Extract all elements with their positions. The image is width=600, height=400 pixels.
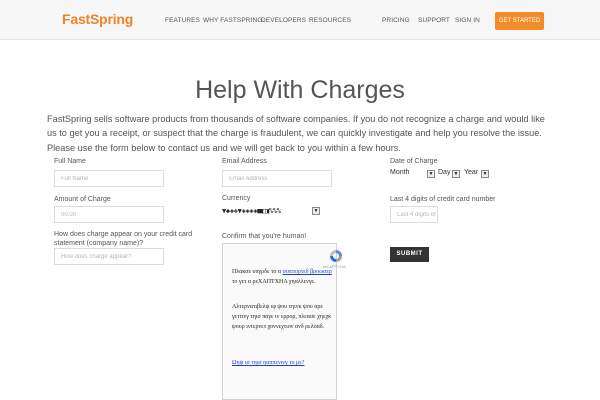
why-happening-link[interactable]: Ωηψ ισ τηισ ηαππενινγ το με? xyxy=(232,358,332,368)
captcha-text: Πλακσε υπγρδε το α xyxy=(232,269,282,275)
nav-resources[interactable]: RESOURCES xyxy=(309,17,351,24)
currency-label: Currency xyxy=(222,195,251,202)
recaptcha-icon xyxy=(330,250,342,262)
year-select[interactable]: Year xyxy=(464,169,478,176)
date-label: Date of Charge xyxy=(390,158,438,165)
email-input[interactable] xyxy=(222,170,332,187)
nav-support[interactable]: SUPPORT xyxy=(418,17,450,24)
logo-text: FastSpring xyxy=(62,11,134,27)
nav-developers[interactable]: DEVELOPERS xyxy=(261,17,306,24)
chevron-down-icon[interactable]: ▼ xyxy=(312,207,320,215)
chevron-down-icon[interactable]: ▼ xyxy=(427,170,435,178)
page-title: Help With Charges xyxy=(195,76,405,104)
nav-features[interactable]: FEATURES xyxy=(165,17,200,24)
full-name-label: Full Name xyxy=(54,158,86,165)
amount-label: Amount of Charge xyxy=(54,196,111,203)
chevron-down-icon[interactable]: ▼ xyxy=(452,170,460,178)
day-select[interactable]: Day xyxy=(438,169,450,176)
month-select[interactable]: Month xyxy=(390,169,409,176)
captcha-message: Πλακσε υπγρδε το α συππορτεδ βροωσερ το … xyxy=(232,267,332,287)
currency-select[interactable]: ▼◆◈❖▼◈◈◈◈■◧◨%%% xyxy=(222,207,281,215)
last4-label: Last 4 digits of credit card number xyxy=(390,196,496,203)
amount-input[interactable] xyxy=(54,206,164,223)
fastspring-logo[interactable]: FastSpring xyxy=(62,11,133,27)
full-name-input[interactable] xyxy=(54,170,164,187)
statement-label: How does charge appear on your credit ca… xyxy=(54,231,193,247)
why-happening-text[interactable]: Ωηψ ισ τηισ ηαππενινγ το με? xyxy=(232,360,304,366)
nav-pricing[interactable]: PRICING xyxy=(382,17,410,24)
captcha-text: το γετ α ρεΧΑΠΤΧΗΑ χηαλλενγε. xyxy=(232,279,316,285)
intro-text: FastSpring sells software products from … xyxy=(47,114,545,153)
submit-button[interactable]: SUBMIT xyxy=(390,247,429,262)
last4-input[interactable] xyxy=(390,206,438,223)
site-header: FastSpring FEATURES WHY FASTSPRING DEVEL… xyxy=(0,0,600,40)
email-label: Email Address xyxy=(222,158,267,165)
captcha-label: Confirm that you're human! xyxy=(222,233,307,240)
get-started-button[interactable]: GET STARTED xyxy=(495,12,544,30)
statement-input[interactable] xyxy=(54,248,164,265)
nav-sign-in[interactable]: SIGN IN xyxy=(455,17,480,24)
chevron-down-icon[interactable]: ▼ xyxy=(481,170,489,178)
nav-why-fastspring[interactable]: WHY FASTSPRING xyxy=(203,17,262,24)
captcha-alt-message: Αλτερνατιβελψ ιφ ψου τηινκ ψου αρε γεττι… xyxy=(232,304,332,330)
supported-browser-link[interactable]: συππορτεδ βροωσερ xyxy=(283,269,332,275)
